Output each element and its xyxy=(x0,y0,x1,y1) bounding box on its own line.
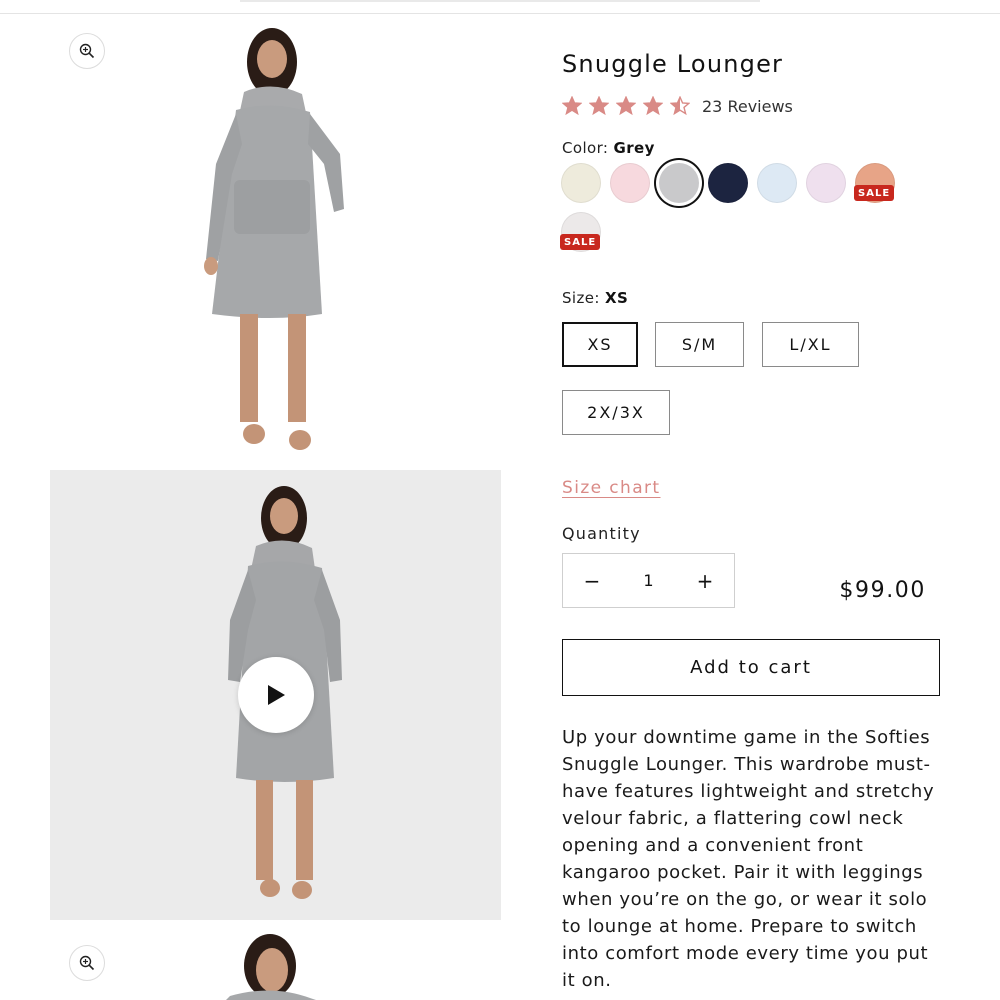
zoom-button[interactable] xyxy=(69,945,105,981)
quantity-label: Quantity xyxy=(562,524,641,543)
selected-size: XS xyxy=(605,289,629,307)
swatch-cream[interactable] xyxy=(561,163,601,203)
color-label: Color: Grey xyxy=(562,139,655,157)
model-photo-front xyxy=(204,28,344,450)
size-chart-link[interactable]: Size chart xyxy=(562,478,661,498)
top-bar xyxy=(0,0,1000,14)
product-image-1[interactable] xyxy=(50,14,500,464)
top-tab-indicator xyxy=(240,0,760,2)
product-video[interactable] xyxy=(50,470,501,920)
size-label: Size: XS xyxy=(562,289,628,307)
play-icon xyxy=(268,685,285,705)
zoom-in-icon xyxy=(79,955,95,971)
sale-badge: SALE xyxy=(560,234,601,250)
product-image-3[interactable] xyxy=(50,926,501,1000)
star-half-icon xyxy=(670,96,690,116)
add-to-cart-button[interactable]: Add to cart xyxy=(562,639,940,696)
size-option-xs[interactable]: XS xyxy=(562,322,638,367)
size-option-2x-3x[interactable]: 2X/3X xyxy=(562,390,670,435)
zoom-in-icon xyxy=(79,43,95,59)
size-option-l-xl[interactable]: L/XL xyxy=(762,322,859,367)
product-rating[interactable]: 23 Reviews xyxy=(562,96,793,116)
star-full-icon xyxy=(562,96,582,116)
star-full-icon xyxy=(643,96,663,116)
swatch-lilac[interactable] xyxy=(806,163,846,203)
product-price: $99.00 xyxy=(839,578,926,603)
sale-badge: SALE xyxy=(854,185,895,201)
increase-quantity-button[interactable]: + xyxy=(676,554,734,607)
swatch-pink[interactable] xyxy=(610,163,650,203)
decrease-quantity-button[interactable]: − xyxy=(563,554,621,607)
zoom-button[interactable] xyxy=(69,33,105,69)
swatch-grey[interactable] xyxy=(659,163,699,203)
swatch-off-white[interactable]: SALE xyxy=(560,212,601,252)
size-label-text: Size: xyxy=(562,289,600,307)
star-full-icon xyxy=(589,96,609,116)
quantity-input[interactable] xyxy=(623,571,674,590)
product-description: Up your downtime game in the Softies Snu… xyxy=(562,727,935,991)
swatch-navy[interactable] xyxy=(708,163,748,203)
swatch-peach[interactable]: SALE xyxy=(854,163,895,203)
rating-stars xyxy=(562,96,690,116)
model-photo-closeup xyxy=(226,934,316,1000)
star-full-icon xyxy=(616,96,636,116)
play-video-button[interactable] xyxy=(238,657,314,733)
selected-color: Grey xyxy=(613,139,655,157)
swatch-light-blue[interactable] xyxy=(757,163,797,203)
quantity-stepper: − + xyxy=(562,553,735,608)
reviews-count[interactable]: 23 Reviews xyxy=(702,97,793,116)
color-label-text: Color: xyxy=(562,139,609,157)
size-option-s-m[interactable]: S/M xyxy=(655,322,744,367)
product-title: Snuggle Lounger xyxy=(562,50,784,78)
